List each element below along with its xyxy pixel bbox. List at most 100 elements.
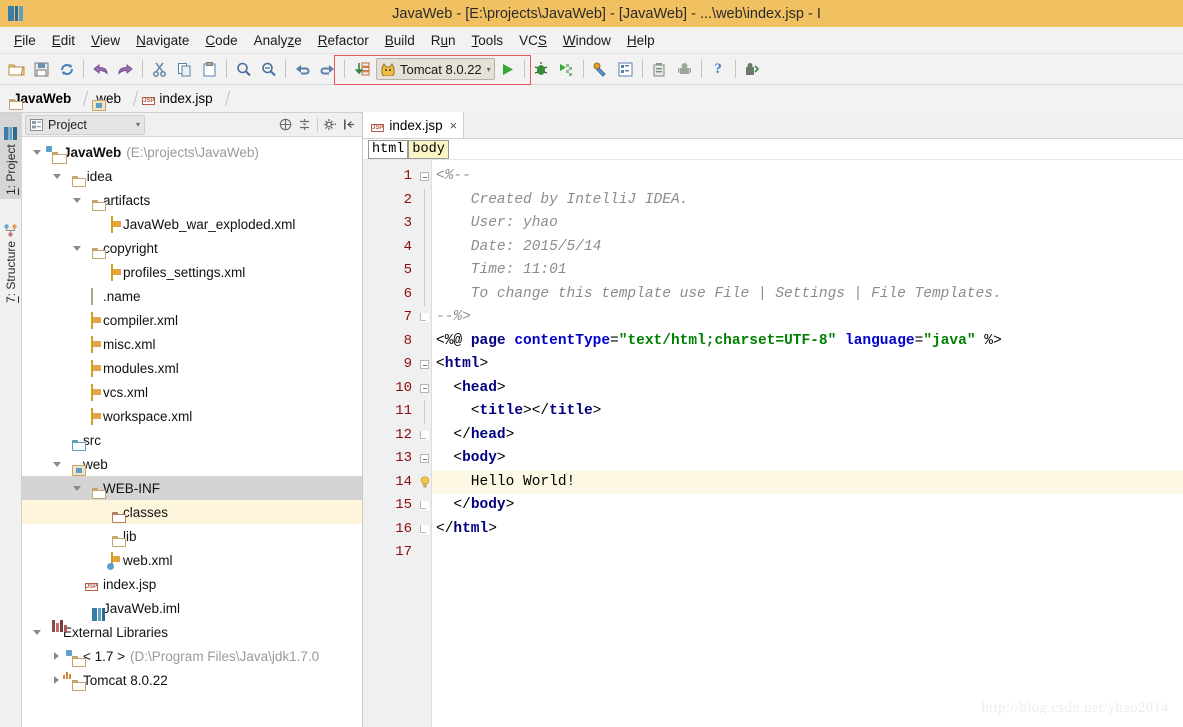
close-icon[interactable]: × — [450, 118, 458, 133]
fold-end-marker[interactable] — [420, 501, 429, 510]
tree-row[interactable]: modules.xml — [22, 356, 362, 380]
code-line[interactable]: <body> — [432, 447, 1183, 471]
chevron-down-icon[interactable] — [50, 452, 63, 476]
collapse-all-icon[interactable] — [276, 115, 295, 134]
code-line[interactable]: To change this template use File | Setti… — [432, 283, 1183, 307]
forward-icon[interactable] — [113, 57, 138, 82]
chevron-down-icon[interactable] — [70, 476, 83, 500]
tree-row[interactable]: classes — [22, 500, 362, 524]
tree-row[interactable]: compiler.xml — [22, 308, 362, 332]
code-line[interactable]: Created by IntelliJ IDEA. — [432, 189, 1183, 213]
find-icon[interactable] — [231, 57, 256, 82]
android-tools-icon[interactable] — [740, 57, 765, 82]
code-line[interactable]: Hello World! — [432, 470, 1183, 494]
tree-row[interactable]: External Libraries — [22, 620, 362, 644]
tree-row[interactable]: profiles_settings.xml — [22, 260, 362, 284]
tree-row[interactable]: copyright — [22, 236, 362, 260]
tree-row[interactable]: artifacts — [22, 188, 362, 212]
debug-icon[interactable] — [529, 57, 554, 82]
code-text-area[interactable]: <%-- Created by IntelliJ IDEA. User: yha… — [432, 160, 1183, 727]
menu-item-tools[interactable]: Tools — [464, 30, 512, 51]
code-line[interactable]: </html> — [432, 518, 1183, 542]
tree-row[interactable]: WEB-INF — [22, 476, 362, 500]
compile-icon[interactable] — [349, 57, 374, 82]
breadcrumb-item-javaweb[interactable]: JavaWeb — [6, 89, 74, 110]
code-breadcrumb-html[interactable]: html — [368, 139, 409, 159]
code-line[interactable]: </head> — [432, 424, 1183, 448]
chevron-down-icon[interactable] — [30, 140, 43, 164]
fold-collapse-icon[interactable] — [420, 383, 429, 393]
code-line[interactable]: <html> — [432, 353, 1183, 377]
tree-row[interactable]: Tomcat 8.0.22 — [22, 668, 362, 692]
sdk-manager-icon[interactable] — [647, 57, 672, 82]
fold-collapse-icon[interactable] — [420, 172, 429, 181]
replace-icon[interactable] — [256, 57, 281, 82]
breadcrumb-item-web[interactable]: web — [89, 89, 124, 111]
tree-row[interactable]: web.xml — [22, 548, 362, 572]
chevron-right-icon[interactable] — [50, 668, 63, 692]
tree-row[interactable]: JSP index.jsp — [22, 572, 362, 596]
chevron-down-icon[interactable] — [50, 164, 63, 188]
code-line[interactable]: <%@ page contentType="text/html;charset=… — [432, 330, 1183, 354]
project-tree[interactable]: JavaWeb (E:\projects\JavaWeb) .idea artifac… — [22, 137, 362, 726]
code-line[interactable]: <title></title> — [432, 400, 1183, 424]
menu-item-edit[interactable]: Edit — [44, 30, 83, 51]
settings-gear-icon[interactable] — [321, 115, 340, 134]
tree-row[interactable]: .idea — [22, 164, 362, 188]
menu-item-view[interactable]: View — [83, 30, 128, 51]
settings-icon[interactable] — [613, 57, 638, 82]
help-icon[interactable]: ? — [706, 57, 731, 82]
menu-item-navigate[interactable]: Navigate — [128, 30, 197, 51]
chevron-right-icon[interactable] — [50, 644, 63, 668]
fold-collapse-icon[interactable] — [420, 360, 429, 369]
chevron-down-icon[interactable] — [30, 620, 43, 644]
menu-item-refactor[interactable]: Refactor — [310, 30, 377, 51]
code-folding-strip[interactable] — [418, 160, 432, 727]
paste-icon[interactable] — [197, 57, 222, 82]
chevron-down-icon[interactable] — [70, 188, 83, 212]
fold-end-marker[interactable] — [420, 430, 429, 440]
tree-row[interactable]: lib — [22, 524, 362, 548]
undo-icon[interactable] — [290, 57, 315, 82]
project-view-selector[interactable]: Project ▾ — [25, 114, 145, 135]
fold-collapse-icon[interactable] — [420, 454, 429, 463]
tree-row[interactable]: < 1.7 > (D:\Program Files\Java\jdk1.7.0 — [22, 644, 362, 668]
code-line[interactable]: <%-- — [432, 165, 1183, 189]
synchronize-icon[interactable] — [54, 57, 79, 82]
expand-all-icon[interactable] — [295, 115, 314, 134]
menu-item-file[interactable]: File — [6, 30, 44, 51]
open-project-icon[interactable] — [4, 57, 29, 82]
tree-row[interactable]: web — [22, 452, 362, 476]
back-icon[interactable] — [88, 57, 113, 82]
fold-end-marker[interactable] — [420, 524, 429, 534]
run-configuration-selector[interactable]: Tomcat 8.0.22 ▾ — [376, 58, 495, 80]
fold-end-marker[interactable] — [420, 313, 429, 322]
code-line[interactable]: Date: 2015/5/14 — [432, 236, 1183, 260]
code-line[interactable]: </body> — [432, 494, 1183, 518]
menu-item-vcs[interactable]: VCS — [511, 30, 555, 51]
sidebar-item-structure[interactable]: 7: Structure — [0, 203, 22, 307]
menu-item-window[interactable]: Window — [555, 30, 619, 51]
code-editor[interactable]: 1 2 3 4 5 6 7 8 9 10 11 12 13 14 15 16 17 <%-- Created b… — [363, 160, 1183, 727]
code-line[interactable]: User: yhao — [432, 212, 1183, 236]
run-with-coverage-icon[interactable] — [554, 57, 579, 82]
sidebar-item-project[interactable]: 1: Project — [0, 113, 22, 199]
code-line[interactable] — [432, 541, 1183, 565]
menu-item-build[interactable]: Build — [377, 30, 423, 51]
tree-row[interactable]: .name — [22, 284, 362, 308]
editor-tab-index-jsp[interactable]: JSP index.jsp × — [363, 112, 465, 138]
menu-item-code[interactable]: Code — [197, 30, 245, 51]
tree-row[interactable]: JavaWeb.iml — [22, 596, 362, 621]
chevron-down-icon[interactable] — [70, 236, 83, 260]
tree-row[interactable]: misc.xml — [22, 332, 362, 356]
run-button[interactable] — [495, 57, 520, 82]
breadcrumb-item-index-jsp[interactable]: JSP index.jsp — [139, 88, 216, 109]
tree-row[interactable]: vcs.xml — [22, 380, 362, 404]
redo-icon[interactable] — [315, 57, 340, 82]
menu-item-run[interactable]: Run — [423, 30, 464, 51]
hide-panel-icon[interactable] — [340, 115, 359, 134]
save-all-icon[interactable] — [29, 57, 54, 82]
code-line[interactable]: Time: 11:01 — [432, 259, 1183, 283]
tree-row[interactable]: src — [22, 428, 362, 452]
menu-item-analyze[interactable]: Analyze — [246, 30, 310, 51]
